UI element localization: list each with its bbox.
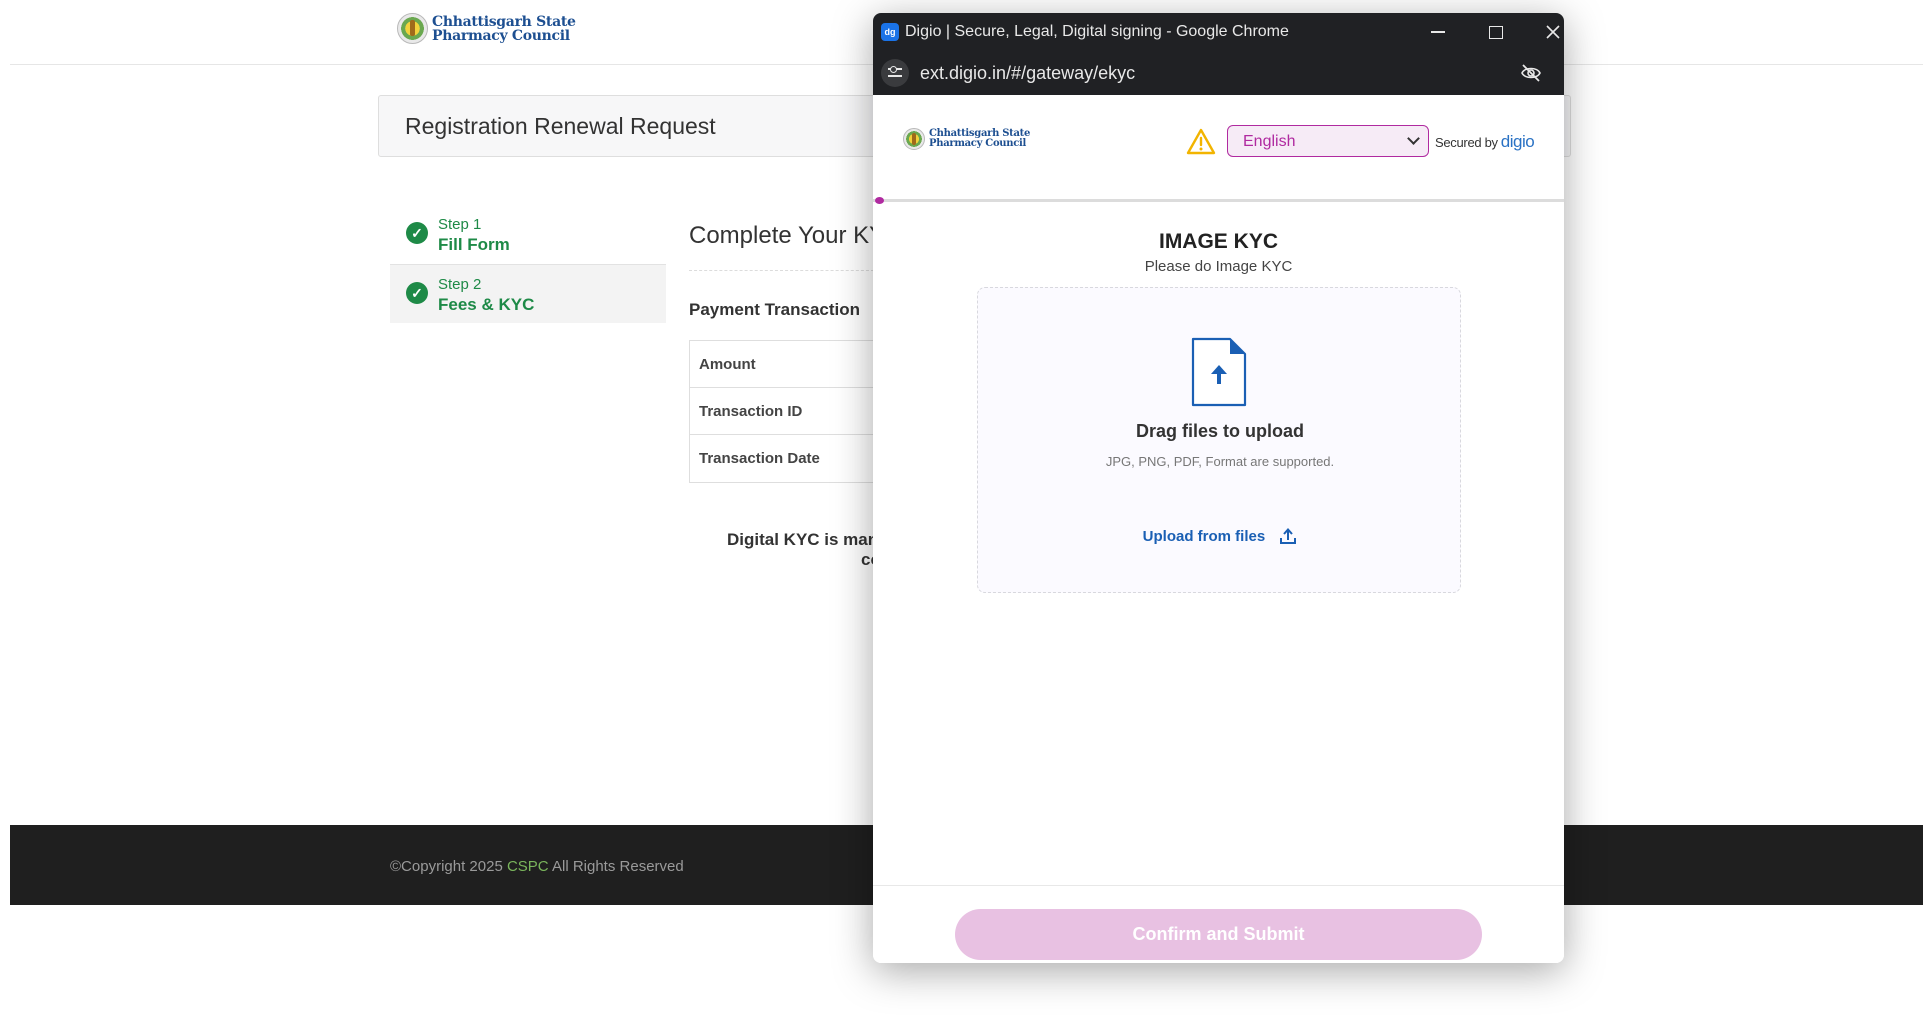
payment-table: Amount Transaction ID Transaction Date: [689, 340, 879, 483]
url-text[interactable]: ext.digio.in/#/gateway/ekyc: [920, 63, 1135, 84]
confirm-and-submit-button[interactable]: Confirm and Submit: [955, 909, 1482, 960]
copyright-suffix: All Rights Reserved: [552, 858, 684, 875]
close-icon: [1546, 25, 1560, 39]
eye-off-icon[interactable]: [1520, 63, 1542, 83]
progress-indicator: [875, 197, 884, 204]
popup-footer: Confirm and Submit: [873, 885, 1564, 963]
site-logo-text: Chhattisgarh State Pharmacy Council: [432, 15, 576, 43]
check-icon: ✓: [406, 282, 428, 304]
drop-zone-formats: JPG, PNG, PDF, Format are supported.: [1105, 454, 1335, 469]
close-button[interactable]: [1533, 18, 1564, 46]
maximize-icon: [1489, 25, 1503, 39]
minimize-button[interactable]: [1418, 18, 1458, 46]
step-number: Step 2: [438, 276, 482, 293]
secured-by-label: Secured by: [1435, 135, 1498, 150]
upload-from-files-link[interactable]: Upload from files: [978, 527, 1462, 545]
step-title: Fill Form: [438, 235, 510, 254]
popup-logo-text: Chhattisgarh State Pharmacy Council: [929, 129, 1030, 149]
progress-track: [873, 199, 1564, 202]
digio-favicon-icon: dg: [881, 23, 899, 41]
note-line-2: co: [861, 550, 877, 570]
emblem-icon: [397, 13, 428, 44]
language-selected-value: English: [1243, 133, 1296, 150]
image-kyc-title: IMAGE KYC: [1158, 230, 1278, 253]
popup-body: Chhattisgarh State Pharmacy Council Engl…: [873, 95, 1564, 963]
step-title: Fees & KYC: [438, 295, 535, 314]
drop-zone-title: Drag files to upload: [1135, 421, 1304, 441]
copyright-brand-link[interactable]: CSPC: [507, 858, 549, 875]
minimize-icon: [1431, 31, 1445, 33]
window-title: Digio | Secure, Legal, Digital signing -…: [905, 23, 1289, 40]
step-number: Step 1: [438, 216, 482, 233]
table-row: Amount: [690, 341, 878, 388]
step-1[interactable]: ✓ Step 1 Fill Form: [390, 205, 666, 264]
site-info-icon[interactable]: [881, 59, 909, 87]
kyc-mandatory-note: Digital KYC is mandatory co: [727, 530, 877, 571]
language-select[interactable]: English: [1227, 125, 1429, 157]
file-upload-icon: [1191, 337, 1247, 407]
table-row: Transaction ID: [690, 388, 878, 435]
divider: [689, 270, 874, 271]
step-2[interactable]: ✓ Step 2 Fees & KYC: [390, 264, 666, 323]
secured-by: Secured by digio: [1435, 132, 1535, 152]
step-list: ✓ Step 1 Fill Form ✓ Step 2 Fees & KYC: [390, 205, 666, 323]
check-icon: ✓: [406, 222, 428, 244]
logo-line-2: Pharmacy Council: [929, 138, 1027, 149]
chevron-down-icon: [1407, 132, 1420, 145]
page: Chhattisgarh State Pharmacy Council Regi…: [0, 0, 1923, 1027]
warning-icon[interactable]: [1186, 128, 1216, 155]
page-title: Registration Renewal Request: [405, 113, 716, 139]
upload-icon: [1280, 528, 1297, 545]
copyright-text: ©Copyright 2025 CSPC All Rights Reserved: [390, 858, 684, 875]
maximize-button[interactable]: [1476, 18, 1516, 46]
image-kyc-subtitle: Please do Image KYC: [1144, 258, 1293, 275]
emblem-icon: [903, 128, 925, 150]
window-title-bar[interactable]: dg Digio | Secure, Legal, Digital signin…: [873, 13, 1564, 51]
popup-logo: Chhattisgarh State Pharmacy Council: [903, 128, 1030, 150]
copyright-prefix: ©Copyright 2025: [390, 858, 503, 875]
digio-brand: digio: [1500, 132, 1535, 151]
kyc-heading: Complete Your KYC: [689, 222, 874, 249]
table-row: Transaction Date: [699, 450, 820, 467]
upload-link-label: Upload from files: [1142, 527, 1266, 545]
note-line-1: Digital KYC is mandatory: [727, 530, 877, 549]
payment-transaction-label: Payment Transaction: [689, 300, 861, 319]
digio-popup-window: dg Digio | Secure, Legal, Digital signin…: [873, 13, 1564, 963]
file-drop-zone[interactable]: Drag files to upload JPG, PNG, PDF, Form…: [977, 287, 1461, 593]
popup-header: Chhattisgarh State Pharmacy Council Engl…: [873, 95, 1564, 185]
address-bar: ext.digio.in/#/gateway/ekyc: [873, 51, 1564, 95]
logo-line-2: Pharmacy Council: [432, 27, 570, 44]
site-logo[interactable]: Chhattisgarh State Pharmacy Council: [397, 13, 576, 44]
